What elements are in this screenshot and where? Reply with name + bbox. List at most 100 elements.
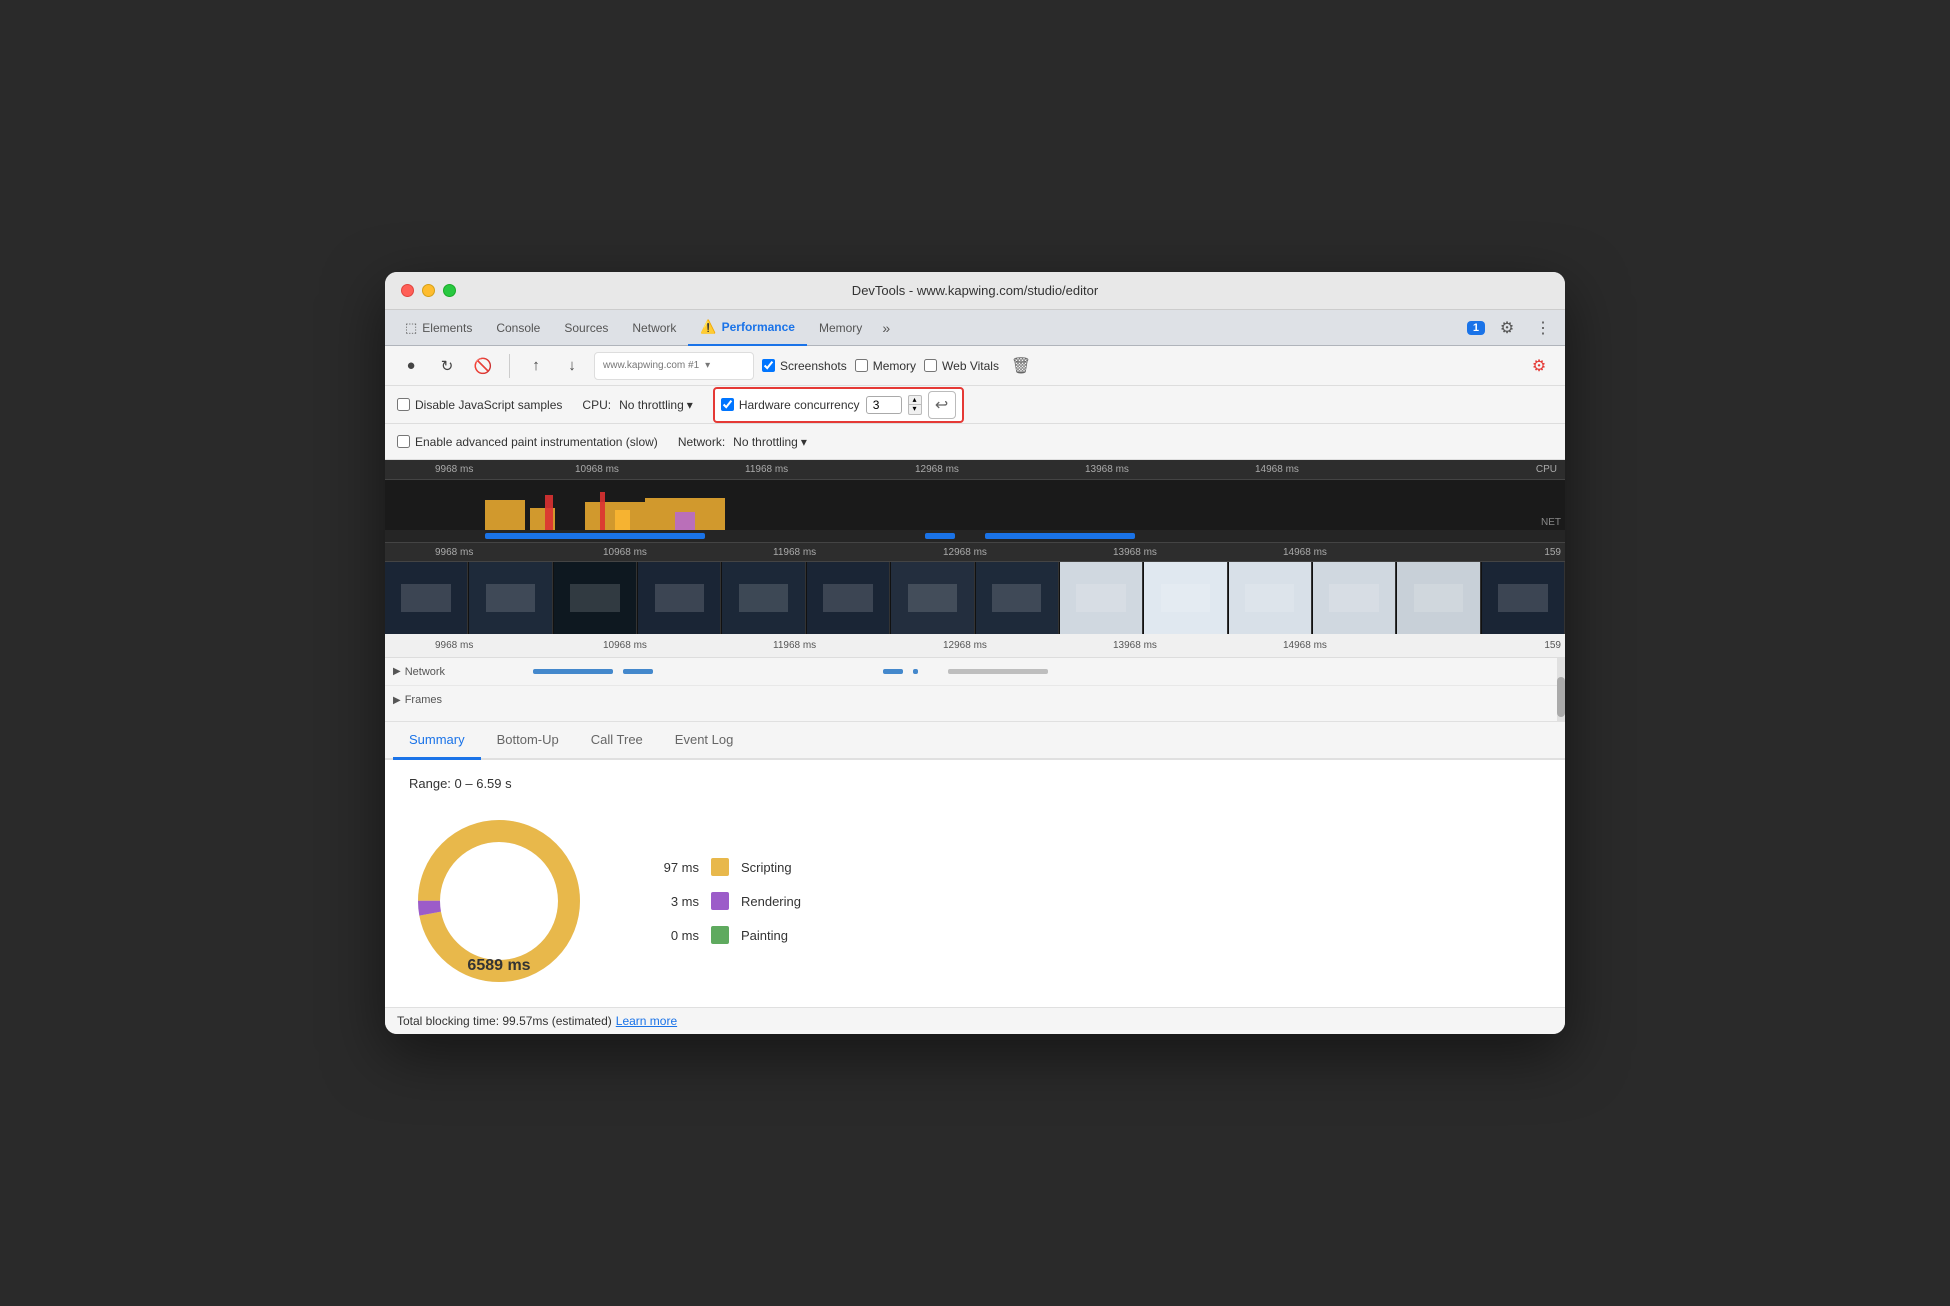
main-toolbar: ● ↻ 🚫 ↑ ↓ www.kapwing.com #1 ▾ Screensho… [385,346,1565,386]
screenshot-thumb-4[interactable] [638,562,721,634]
hw-concurrency-checkbox-label[interactable]: Hardware concurrency [721,398,860,412]
maximize-button[interactable] [443,284,456,297]
enable-paint-checkbox[interactable] [397,435,410,448]
screenshots-label: Screenshots [780,359,847,373]
web-vitals-label: Web Vitals [942,359,999,373]
record-button[interactable]: ● [397,352,425,380]
more-tabs-button[interactable]: » [874,320,898,336]
close-button[interactable] [401,284,414,297]
br-tick-14968: 14968 ms [1283,640,1327,651]
painting-label: Painting [741,928,788,943]
network-expand-icon[interactable]: ▶ [393,666,401,677]
tab-console-label: Console [496,321,540,335]
screenshot-thumb-9[interactable] [1060,562,1143,634]
screenshots-checkbox[interactable] [762,359,775,372]
screenshot-thumb-5[interactable] [722,562,805,634]
download-button[interactable]: ↓ [558,352,586,380]
screenshots-checkbox-label[interactable]: Screenshots [762,359,847,373]
learn-more-link[interactable]: Learn more [616,1014,677,1028]
enable-paint-label: Enable advanced paint instrumentation (s… [415,435,658,449]
hw-undo-button[interactable]: ↩ [928,391,956,419]
cpu-label-right: CPU [1536,464,1557,475]
status-bar: Total blocking time: 99.57ms (estimated)… [385,1007,1565,1034]
tick-14968: 14968 ms [1255,464,1299,475]
tab-memory[interactable]: Memory [807,310,874,346]
network-throttle-arrow: ▾ [801,435,807,449]
settings-button[interactable]: ⚙ [1493,314,1521,342]
net-bar-1 [533,669,613,674]
tab-event-log[interactable]: Event Log [659,722,750,760]
cpu-throttle-select[interactable]: No throttling ▾ [619,398,693,412]
enable-paint-checkbox-label[interactable]: Enable advanced paint instrumentation (s… [397,435,658,449]
painting-value: 0 ms [649,928,699,943]
profile-selector[interactable]: www.kapwing.com #1 ▾ [594,352,754,380]
web-vitals-checkbox[interactable] [924,359,937,372]
refresh-button[interactable]: ↻ [433,352,461,380]
disable-js-checkbox[interactable] [397,398,410,411]
tick-11968: 11968 ms [745,464,788,475]
screenshot-thumb-10[interactable] [1144,562,1227,634]
tab-call-tree[interactable]: Call Tree [575,722,659,760]
tab-bottom-up[interactable]: Bottom-Up [481,722,575,760]
disable-js-checkbox-label[interactable]: Disable JavaScript samples [397,398,562,412]
frames-expand-icon[interactable]: ▶ [393,695,401,706]
tab-elements[interactable]: ⬚ Elements [393,310,484,346]
screenshot-thumb-11[interactable] [1229,562,1312,634]
minimize-button[interactable] [422,284,435,297]
donut-center-value: 6589 ms [467,957,530,975]
tab-sources[interactable]: Sources [552,310,620,346]
ss-tick-11968: 11968 ms [773,547,816,558]
clear-button[interactable]: 🚫 [469,352,497,380]
tab-performance[interactable]: ⚠️ Performance [688,310,807,346]
tick-13968: 13968 ms [1085,464,1129,475]
screenshot-thumb-13[interactable] [1397,562,1480,634]
notifications-badge[interactable]: 1 [1467,321,1485,335]
memory-checkbox[interactable] [855,359,868,372]
screenshot-thumb-8[interactable] [976,562,1059,634]
web-vitals-checkbox-label[interactable]: Web Vitals [924,359,999,373]
screenshot-thumb-12[interactable] [1313,562,1396,634]
hw-concurrency-box: Hardware concurrency ▴ ▾ ↩ [713,387,964,423]
settings-bar-2: Enable advanced paint instrumentation (s… [385,424,1565,460]
screenshot-thumb-2[interactable] [469,562,552,634]
cpu-throttle-value: No throttling [619,398,684,412]
tab-console[interactable]: Console [484,310,552,346]
ss-tick-14968: 14968 ms [1283,547,1327,558]
traffic-lights [401,284,456,297]
screenshot-thumb-1[interactable] [385,562,468,634]
more-options-button[interactable]: ⋮ [1529,314,1557,342]
br-tick-12968: 12968 ms [943,640,987,651]
toolbar-right: ⚙ [1525,352,1553,380]
delete-recording-button[interactable]: 🗑 [1007,352,1035,380]
hw-concurrency-input[interactable] [866,396,902,414]
donut-chart: 6589 ms [409,811,589,991]
tab-performance-label: Performance [722,320,795,334]
cpu-throttle-group: CPU: No throttling ▾ [582,398,692,412]
screenshot-thumb-14[interactable] [1482,562,1565,634]
screenshot-strip [385,562,1565,634]
tab-memory-label: Memory [819,321,862,335]
network-label: Network: [678,435,725,449]
window-title: DevTools - www.kapwing.com/studio/editor [852,283,1098,298]
network-throttle-select[interactable]: No throttling ▾ [733,435,807,449]
scrollbar-thumb[interactable] [1557,677,1565,717]
screenshot-thumb-6[interactable] [807,562,890,634]
disable-js-label: Disable JavaScript samples [415,398,562,412]
tab-network[interactable]: Network [620,310,688,346]
painting-swatch [711,926,729,944]
screenshot-thumb-3[interactable] [554,562,637,634]
capture-settings-button[interactable]: ⚙ [1525,352,1553,380]
hw-spin-up[interactable]: ▴ [908,395,922,405]
hw-concurrency-checkbox[interactable] [721,398,734,411]
status-text: Total blocking time: 99.57ms (estimated) [397,1014,612,1028]
cpu-throttle-arrow: ▾ [687,398,693,412]
settings-bar-1: Disable JavaScript samples CPU: No throt… [385,386,1565,424]
hw-spin-down[interactable]: ▾ [908,405,922,415]
net-bar-5 [948,669,1048,674]
upload-button[interactable]: ↑ [522,352,550,380]
tab-summary[interactable]: Summary [393,722,481,760]
screenshot-thumb-7[interactable] [891,562,974,634]
br-tick-13968: 13968 ms [1113,640,1157,651]
range-text: Range: 0 – 6.59 s [409,776,1541,791]
memory-checkbox-label[interactable]: Memory [855,359,916,373]
